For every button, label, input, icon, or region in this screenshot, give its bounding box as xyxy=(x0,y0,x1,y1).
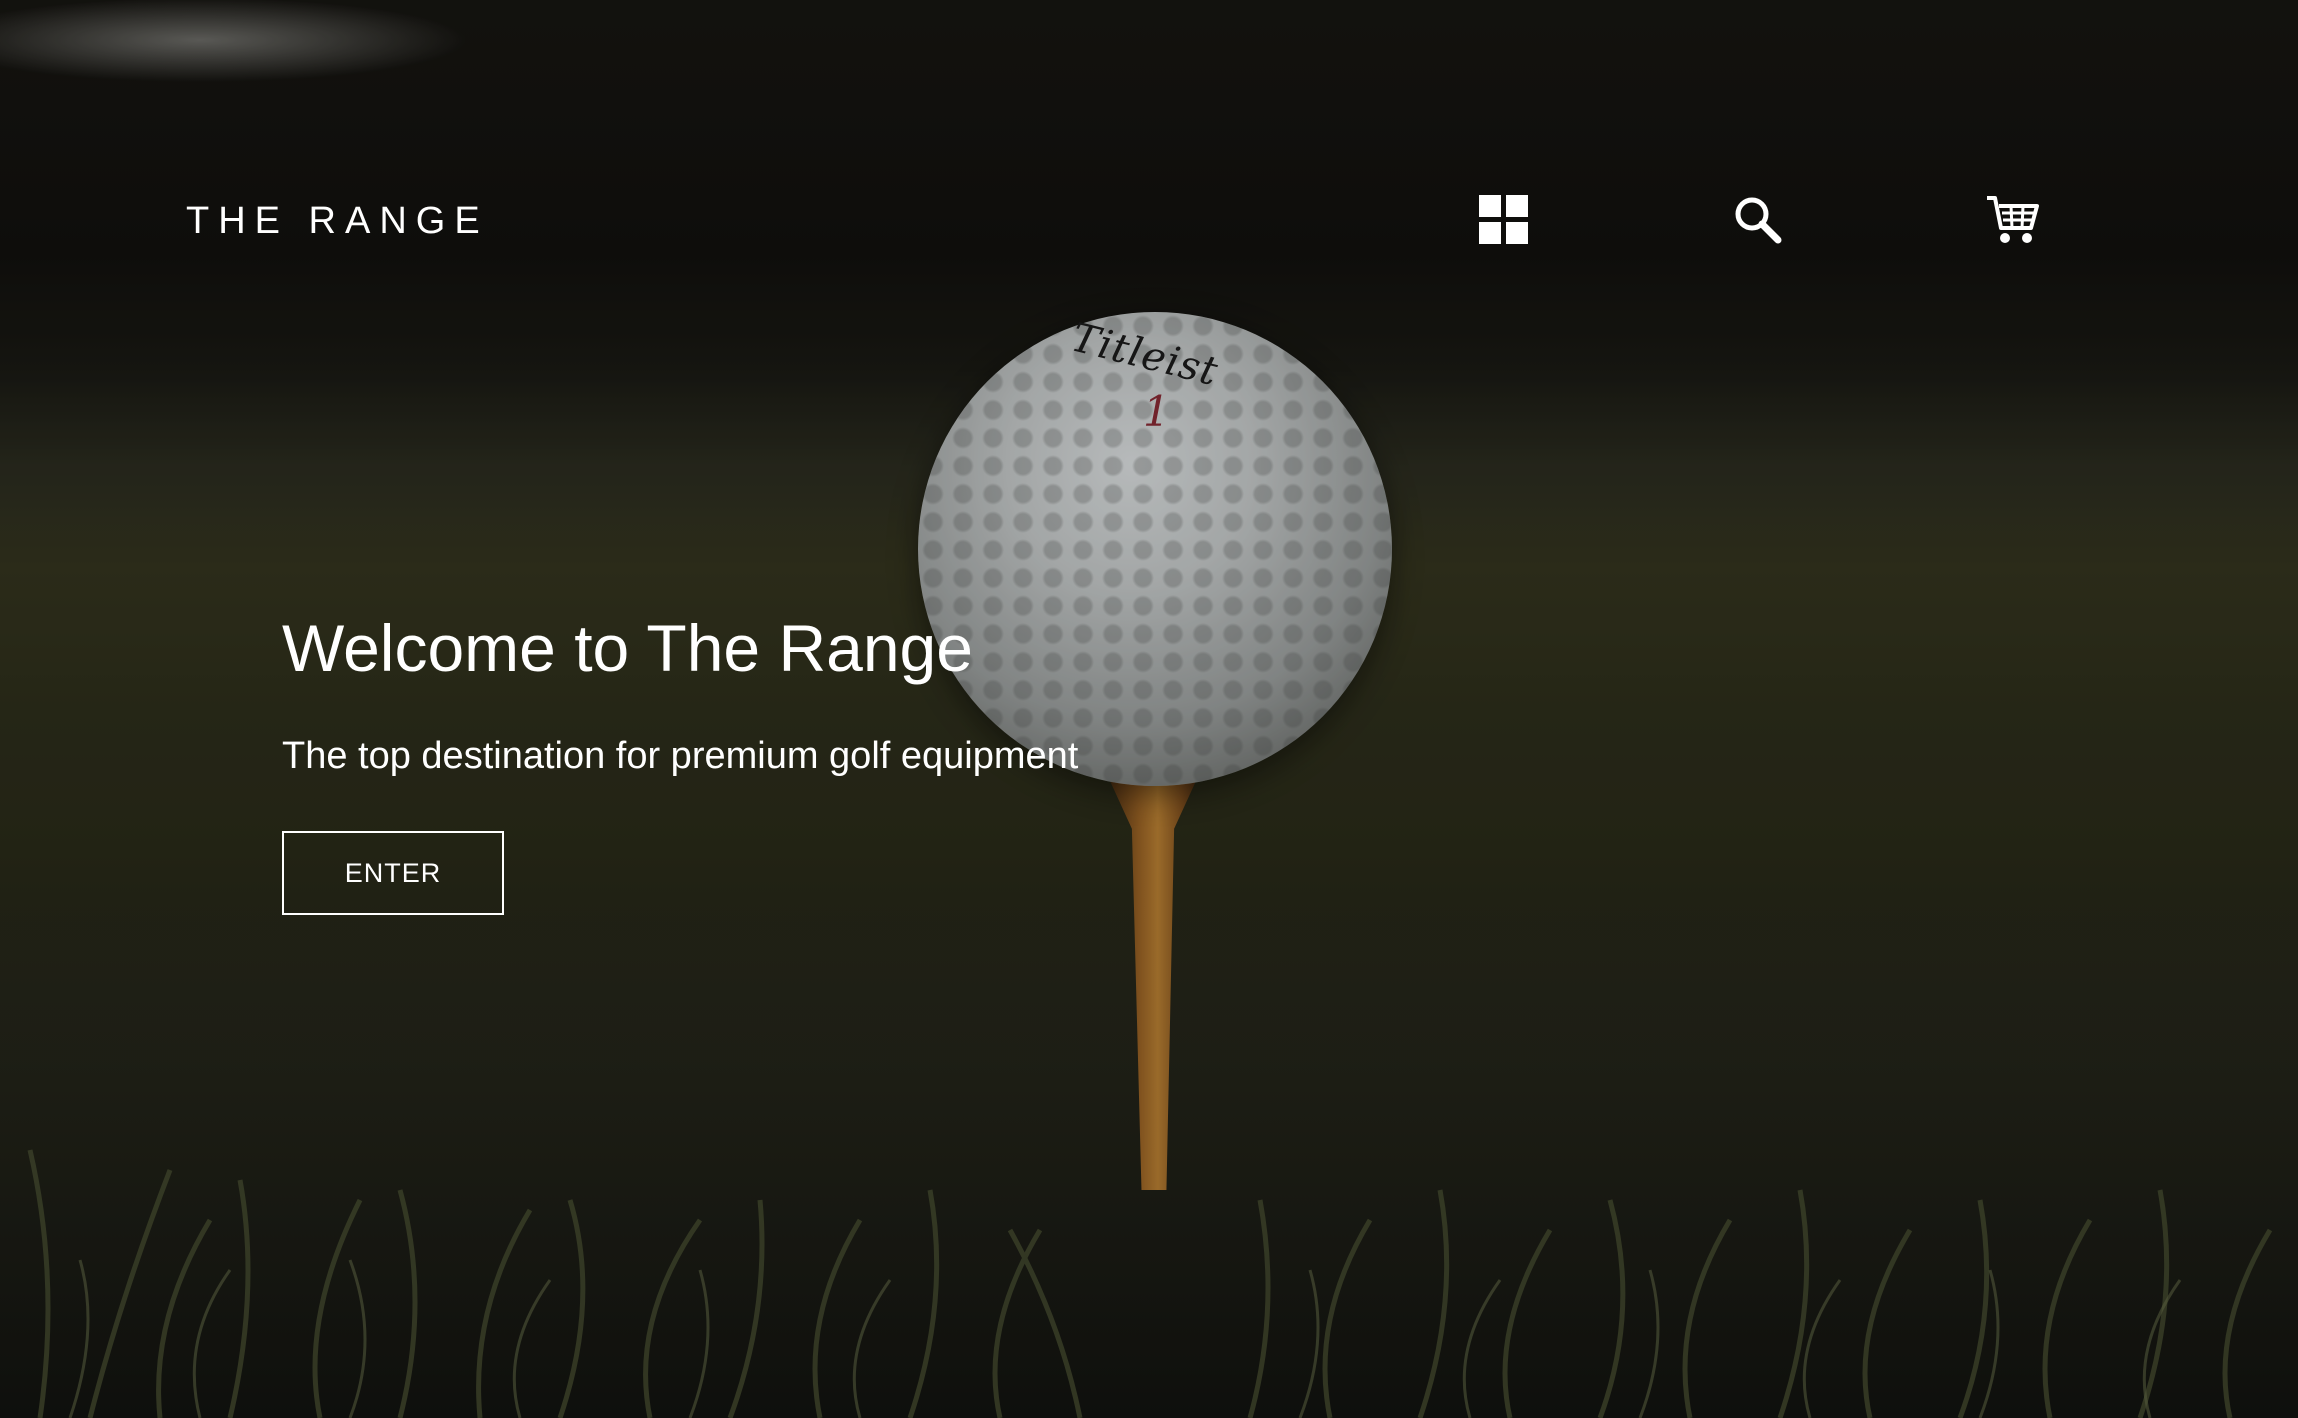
search-icon[interactable] xyxy=(1728,190,1788,250)
grid-icon[interactable] xyxy=(1474,190,1534,250)
hero-subtitle: The top destination for premium golf equ… xyxy=(282,735,1079,777)
cart-icon-glyph xyxy=(1987,196,2039,243)
search-icon-glyph xyxy=(1735,197,1782,244)
enter-button[interactable]: ENTER xyxy=(282,831,504,915)
site-logo[interactable]: THE RANGE xyxy=(186,200,489,243)
hero-title: Welcome to The Range xyxy=(282,611,973,685)
cart-icon[interactable] xyxy=(1983,190,2043,250)
grid-icon-glyph xyxy=(1479,195,1528,244)
